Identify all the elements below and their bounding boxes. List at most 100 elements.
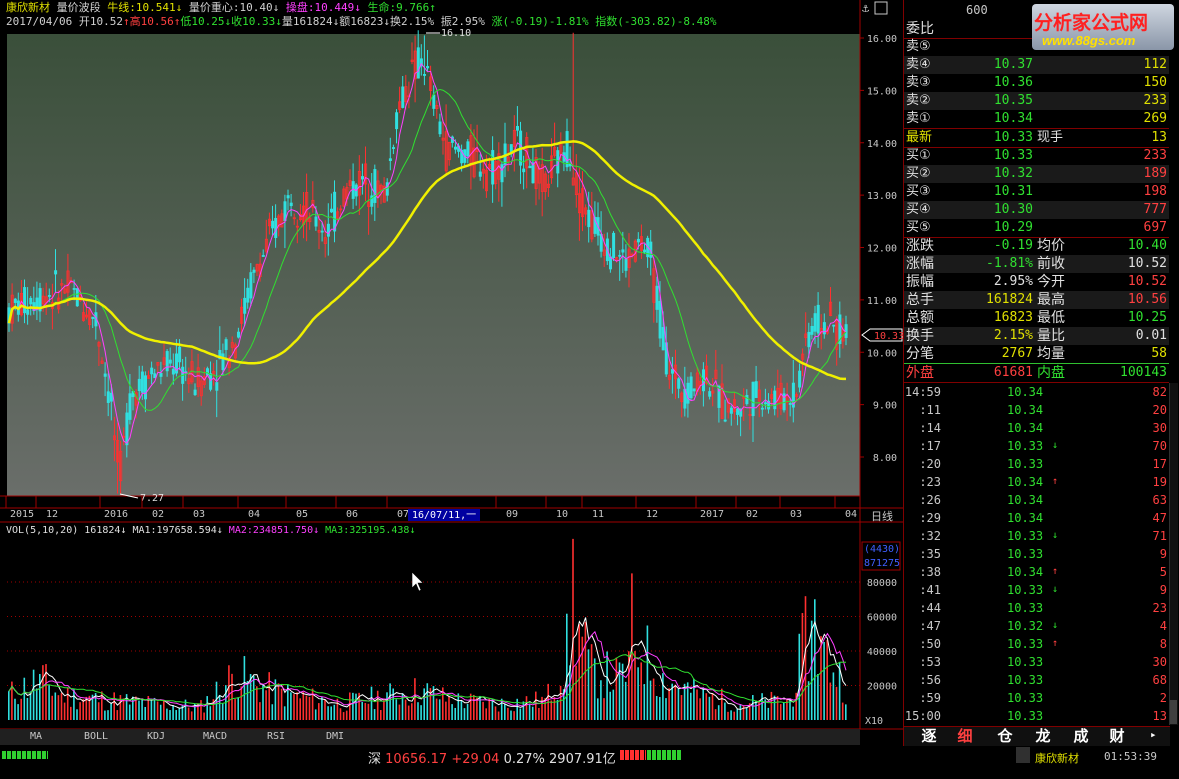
volume-bar: [690, 692, 692, 720]
volume-bar: [228, 665, 230, 720]
candle-body: [236, 331, 240, 338]
tick-time: :23: [919, 475, 941, 489]
nav-cai[interactable]: 财: [1098, 727, 1136, 745]
tick-row: :14 10.34 30: [903, 419, 1169, 437]
volume-bar: [280, 688, 283, 720]
window-restore-icon[interactable]: [874, 1, 888, 15]
volume-bar: [262, 684, 264, 720]
buy-price[interactable]: 10.30: [994, 201, 1033, 219]
volume-bar: [566, 613, 568, 720]
tab-dmi[interactable]: DMI: [326, 731, 344, 742]
volume-bar: [721, 688, 723, 720]
volume-bar: [42, 665, 44, 720]
tab-ma[interactable]: MA: [30, 731, 42, 742]
tick-time: :56: [919, 673, 941, 687]
scrollbar-thumb[interactable]: [1170, 700, 1177, 724]
tab-rsi[interactable]: RSI: [267, 731, 285, 742]
status-stock-name: 康欣新材: [1035, 752, 1079, 765]
volume-bar: [615, 657, 618, 720]
tick-scrollbar[interactable]: [1169, 383, 1178, 725]
volume-header-part: 161824: [84, 525, 120, 536]
tick-qty: 9: [1159, 547, 1167, 561]
volume-bar: [779, 704, 782, 720]
buy-level-1: 买① 10.33 233: [903, 147, 1169, 165]
tick-qty: 20: [1152, 403, 1167, 417]
tick-row: :26 10.34 63: [903, 491, 1169, 509]
tick-row: :32 10.33 ↓ 71: [903, 527, 1169, 545]
tab-macd[interactable]: MACD: [203, 731, 227, 742]
ticker-amount: 2907.91亿: [549, 752, 616, 767]
tick-arrow: ↑: [1052, 566, 1059, 577]
nav-more-icon[interactable]: ▸: [1150, 728, 1157, 741]
sell-price[interactable]: 10.35: [994, 92, 1033, 110]
buy-price[interactable]: 10.29: [994, 219, 1033, 237]
date-axis-label: 2015: [10, 509, 34, 520]
candle-body: [708, 391, 712, 397]
stock-code-partial: 600: [966, 3, 988, 17]
nav-xifen[interactable]: 细: [946, 727, 984, 745]
candle-body: [221, 353, 225, 371]
volume-bar: [488, 698, 491, 720]
market-ticker[interactable]: 深 10656.17 +29.04 0.27% 2907.91亿: [368, 748, 616, 767]
volume-bar: [110, 702, 112, 720]
alert-icon[interactable]: [1016, 747, 1030, 763]
tab-kdj[interactable]: KDJ: [147, 731, 165, 742]
date-axis-label: 12: [646, 509, 658, 520]
volume-bar: [370, 686, 373, 720]
nav-long[interactable]: 龙: [1024, 727, 1062, 745]
candle-body: [329, 208, 333, 213]
sell-price[interactable]: 10.36: [994, 74, 1033, 92]
candle-body: [522, 168, 526, 173]
volume-bar: [758, 700, 760, 720]
nav-zhubi[interactable]: 逐: [910, 727, 948, 745]
candle-body: [565, 131, 569, 168]
candle-body: [621, 249, 625, 253]
sell-price[interactable]: 10.37: [994, 56, 1033, 74]
volume-bar: [603, 698, 605, 720]
tick-price: 10.33: [1007, 439, 1044, 453]
volume-bar: [643, 684, 646, 720]
ohlc-header: 2017/04/06 开10.52↑高10.56↑低10.25↓收10.33↓量…: [6, 15, 717, 28]
weibi-label: 委比: [906, 21, 934, 37]
candle-body: [360, 176, 364, 180]
buy-price[interactable]: 10.31: [994, 183, 1033, 201]
tick-arrow: ↑: [1052, 638, 1059, 649]
sell-price[interactable]: 10.34: [994, 110, 1033, 128]
volume-bar: [519, 708, 522, 720]
price-axis-label: 16.00: [867, 34, 897, 45]
logo-url: www.88gs.com: [1042, 33, 1136, 48]
volume-bar: [662, 673, 664, 720]
buy-price[interactable]: 10.32: [994, 165, 1033, 183]
volume-bar: [755, 700, 757, 720]
volume-bar: [541, 696, 543, 720]
date-axis-label: 02: [746, 509, 758, 520]
tick-row: :17 10.33 ↓ 70: [903, 437, 1169, 455]
candle-body: [271, 220, 275, 229]
volume-bar: [482, 701, 484, 720]
volume-bar: [283, 706, 286, 720]
stat-label: 涨跌: [906, 238, 934, 254]
tick-time: :29: [919, 511, 941, 525]
volume-bar: [252, 675, 255, 720]
tick-time: :59: [919, 691, 941, 705]
volume-bar: [513, 711, 515, 720]
stat-value: 2767: [1001, 346, 1033, 361]
latest-label: 最新: [906, 130, 933, 145]
nav-cang[interactable]: 仓: [986, 727, 1024, 745]
volume-bar: [63, 702, 66, 720]
tab-boll[interactable]: BOLL: [84, 731, 108, 742]
volume-bar: [277, 683, 280, 720]
candle-body: [106, 391, 110, 403]
nav-cheng[interactable]: 成: [1062, 727, 1100, 745]
tick-qty: 17: [1152, 457, 1167, 471]
volume-bar: [705, 693, 708, 720]
volume-bar: [559, 685, 562, 720]
volume-bar: [538, 708, 540, 720]
volume-bar: [349, 692, 351, 720]
chart-canvas[interactable]: 16.00 15.00 14.00 13.00 12.00 11.00 10.00 9.00 8…: [0, 0, 903, 746]
buy-price[interactable]: 10.33: [994, 147, 1033, 165]
volume-bar: [373, 709, 376, 720]
stat-value: 10.25: [1127, 310, 1167, 325]
tick-arrow: ↓: [1052, 530, 1059, 541]
volume-bar: [404, 699, 407, 720]
